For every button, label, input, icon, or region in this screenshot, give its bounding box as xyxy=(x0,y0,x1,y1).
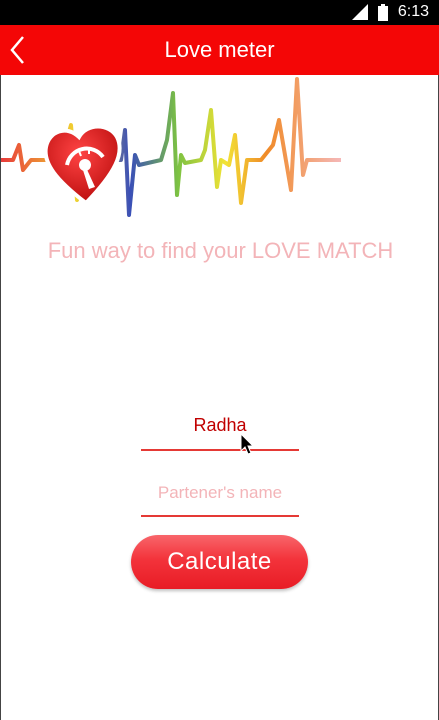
your-name-value: Radha xyxy=(193,415,247,435)
battery-icon xyxy=(377,3,388,21)
partner-name-placeholder: Partener's name xyxy=(157,483,283,502)
app-title: Love meter xyxy=(164,37,275,62)
tagline: Fun way to find your LOVE MATCH xyxy=(47,238,394,263)
signal-icon xyxy=(351,4,368,20)
field-underline xyxy=(141,449,299,451)
app-bar: Love meter xyxy=(0,25,439,75)
heart-meter-icon xyxy=(43,124,122,206)
status-time: 6:13 xyxy=(397,3,429,20)
partner-name-field[interactable]: Partener's name xyxy=(141,475,299,517)
field-underline xyxy=(141,515,299,517)
main-content: Fun way to find your LOVE MATCH Radha Pa… xyxy=(0,75,439,720)
status-bar: 6:13 xyxy=(0,0,439,25)
your-name-field[interactable]: Radha xyxy=(141,409,299,451)
calculate-label: Calculate xyxy=(167,548,272,575)
mouse-cursor-icon xyxy=(240,433,255,455)
calculate-button[interactable]: Calculate xyxy=(131,535,308,589)
love-meter-banner xyxy=(1,77,341,217)
